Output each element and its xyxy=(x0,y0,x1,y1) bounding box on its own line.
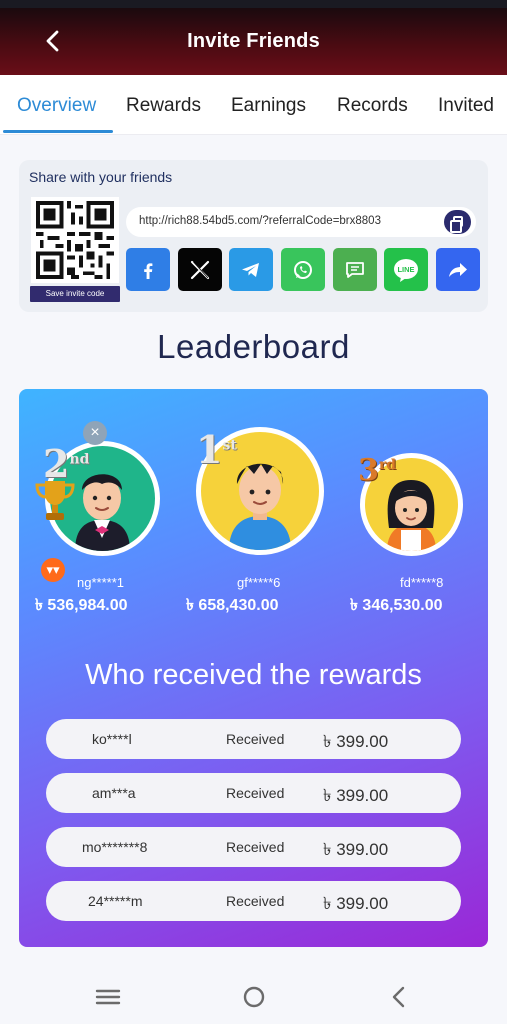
share-card: Share with your friends Save invite code xyxy=(19,160,488,312)
referral-link-field[interactable]: http://rich88.54bd5.com/?referralCode=br… xyxy=(126,207,476,237)
line-icon: LINE xyxy=(394,258,418,282)
app-header: Invite Friends xyxy=(0,8,507,75)
rewards-title: Who received the rewards xyxy=(85,659,422,691)
reward-status: Received xyxy=(226,731,285,747)
reward-user: am***a xyxy=(92,785,136,801)
tab-earnings[interactable]: Earnings xyxy=(231,95,306,117)
tab-invited[interactable]: Invited xyxy=(438,95,494,117)
whatsapp-icon xyxy=(294,260,312,279)
rank-3rd-label: 3rd xyxy=(358,453,397,488)
rank-1st-label: 1st xyxy=(196,427,237,472)
share-sms-button[interactable] xyxy=(333,248,377,291)
share-icon xyxy=(449,262,467,277)
leader-3rd-name: fd*****8 xyxy=(400,575,444,590)
menu-button[interactable] xyxy=(93,985,123,1009)
reward-row: am***a Received ৳ 399.00 xyxy=(46,773,461,813)
back-icon xyxy=(392,986,405,1008)
share-telegram-button[interactable] xyxy=(229,248,273,291)
reward-row: 24*****m Received ৳ 399.00 xyxy=(46,881,461,921)
reward-row: ko****l Received ৳ 399.00 xyxy=(46,719,461,759)
reward-status: Received xyxy=(226,893,285,909)
menu-icon xyxy=(95,989,121,1005)
referral-link-text: http://rich88.54bd5.com/?referralCode=br… xyxy=(139,215,381,227)
share-line-button[interactable]: LINE xyxy=(384,248,428,291)
qr-code xyxy=(31,197,119,283)
tab-overview[interactable]: Overview xyxy=(17,95,96,117)
leader-3rd-amount: ৳ 346,530.00 xyxy=(350,597,443,614)
chevron-double-down-icon[interactable]: ▾▾ xyxy=(41,558,65,582)
share-title: Share with your friends xyxy=(29,169,173,185)
copy-icon xyxy=(450,216,463,233)
reward-row: mo*******8 Received ৳ 399.00 xyxy=(46,827,461,867)
share-more-button[interactable] xyxy=(436,248,480,291)
active-tab-indicator xyxy=(3,130,113,133)
facebook-icon xyxy=(144,262,153,279)
reward-status: Received xyxy=(226,785,285,801)
telegram-icon xyxy=(242,262,259,277)
save-invite-code-button[interactable]: Save invite code xyxy=(30,286,120,302)
status-bar xyxy=(0,0,507,8)
tab-records[interactable]: Records xyxy=(337,95,408,117)
copy-link-button[interactable] xyxy=(444,210,471,234)
tab-bar: Overview Rewards Earnings Records Invite… xyxy=(0,75,507,135)
reward-amount: ৳ 399.00 xyxy=(323,732,389,751)
reward-amount: ৳ 399.00 xyxy=(323,894,389,913)
leader-1st-amount: ৳ 658,430.00 xyxy=(186,597,279,614)
share-facebook-button[interactable] xyxy=(126,248,170,291)
home-icon xyxy=(243,986,265,1008)
reward-user: 24*****m xyxy=(88,893,143,909)
reward-user: ko****l xyxy=(92,731,132,747)
tab-rewards[interactable]: Rewards xyxy=(126,95,201,117)
trophy-icon xyxy=(35,481,75,520)
share-x-button[interactable] xyxy=(178,248,222,291)
reward-status: Received xyxy=(226,839,285,855)
share-whatsapp-button[interactable] xyxy=(281,248,325,291)
home-button[interactable] xyxy=(239,985,269,1009)
sms-icon xyxy=(346,261,364,278)
leader-2nd-name: ng*****1 xyxy=(77,575,124,590)
leaderboard-title: Leaderboard xyxy=(157,328,350,365)
leader-2nd-amount: ৳ 536,984.00 xyxy=(35,597,128,614)
system-nav-bar xyxy=(0,965,507,1024)
page-title: Invite Friends xyxy=(187,30,320,52)
leader-1st-name: gf*****6 xyxy=(237,575,281,590)
x-icon xyxy=(190,260,210,279)
reward-amount: ৳ 399.00 xyxy=(323,840,389,859)
line-label: LINE xyxy=(397,265,414,274)
leaderboard-card: 2nd × ▾▾ ng*****1 ৳ 536,984.00 1st gf***… xyxy=(19,389,488,947)
reward-user: mo*******8 xyxy=(82,839,148,855)
close-icon[interactable]: × xyxy=(83,421,107,445)
reward-amount: ৳ 399.00 xyxy=(323,786,389,805)
system-back-button[interactable] xyxy=(384,985,414,1009)
